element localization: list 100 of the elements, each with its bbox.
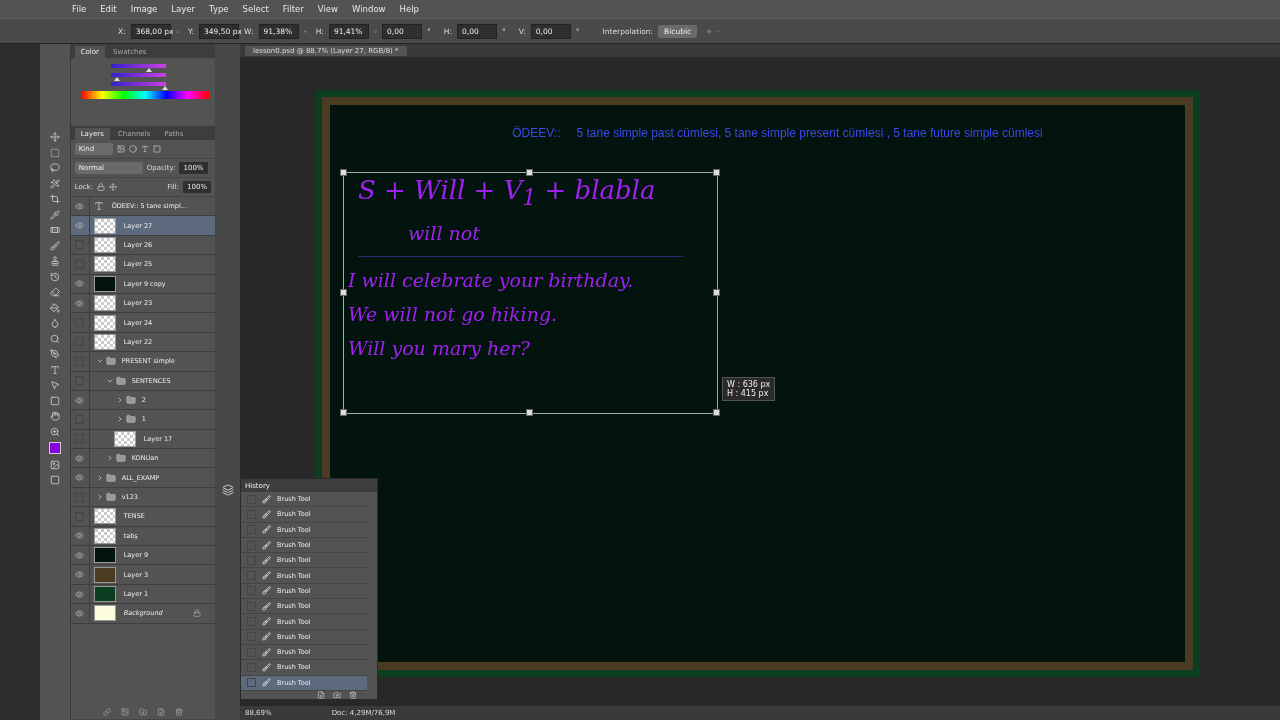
text-layer-icon	[93, 201, 104, 212]
brush-icon	[262, 647, 271, 657]
brush-icon	[262, 586, 271, 596]
shape-filter-icon[interactable]	[152, 145, 161, 153]
visibility-eye-icon[interactable]	[75, 570, 85, 580]
folder-icon	[115, 453, 126, 464]
layer-thumbnail	[93, 236, 116, 253]
menu-item[interactable]: Filter	[282, 4, 304, 14]
visibility-eye-icon[interactable]	[75, 550, 85, 560]
transform-handle[interactable]	[340, 289, 347, 296]
transform-handle[interactable]	[340, 169, 347, 176]
droplet-icon[interactable]	[49, 318, 60, 328]
menu-item[interactable]: View	[317, 4, 339, 14]
zoom-icon[interactable]	[49, 426, 60, 437]
adjustment-filter-icon[interactable]	[128, 145, 137, 153]
pen-icon[interactable]	[49, 349, 60, 359]
link-layers-icon[interactable]	[102, 708, 111, 716]
handwritten-text: Will you mary her?	[348, 337, 531, 360]
transform-handle[interactable]	[713, 409, 720, 416]
visibility-eye-icon[interactable]	[75, 298, 85, 308]
layer-thumbnail	[93, 527, 116, 544]
rectangle-icon[interactable]	[49, 395, 60, 406]
brush-icon	[262, 632, 271, 642]
visibility-eye-icon[interactable]	[75, 473, 85, 483]
brush-icon	[262, 617, 271, 626]
text-tool-icon[interactable]	[49, 364, 60, 375]
transform-handle[interactable]	[340, 409, 347, 416]
add-mask-icon[interactable]	[120, 708, 129, 716]
visibility-eye-icon[interactable]	[75, 589, 85, 599]
type-filter-icon[interactable]	[140, 145, 149, 153]
new-document-icon[interactable]	[317, 690, 325, 699]
foreground-color-swatch[interactable]	[48, 442, 61, 454]
lock-icon	[193, 609, 202, 618]
delete-icon[interactable]	[349, 690, 357, 699]
lasso-icon[interactable]	[49, 163, 60, 173]
brush-icon	[262, 555, 271, 565]
menu-item[interactable]: Window	[352, 4, 386, 14]
wand-icon[interactable]	[49, 178, 60, 189]
new-layer-icon[interactable]	[156, 708, 165, 716]
folder-icon	[105, 356, 116, 367]
menu-item[interactable]: Layer	[171, 4, 196, 14]
history-panel-icon[interactable]	[221, 484, 234, 496]
color-spectrum[interactable]	[80, 91, 210, 99]
folder-icon	[125, 395, 136, 406]
marquee-icon[interactable]	[49, 147, 60, 158]
eraser-icon[interactable]	[49, 287, 60, 297]
brush-icon	[262, 601, 271, 611]
paint-bucket-icon[interactable]	[49, 302, 60, 313]
brush-icon[interactable]	[49, 240, 60, 251]
layer-thumbnail	[93, 217, 116, 234]
hand-icon[interactable]	[49, 411, 60, 421]
camera-icon[interactable]	[333, 690, 341, 699]
folder-icon	[115, 375, 126, 386]
menu-item[interactable]: File	[72, 4, 87, 14]
heading-text: 5 tane simple past cümlesi, 5 tane simple present cümlesi , 5 tane future simple cümlesi	[576, 126, 1043, 140]
brush-icon	[262, 678, 271, 688]
folder-icon	[105, 492, 116, 503]
menu-item[interactable]: Help	[399, 4, 419, 14]
magnifier-icon[interactable]	[49, 333, 60, 344]
bandage-icon[interactable]	[49, 225, 60, 235]
visibility-eye-icon[interactable]	[75, 221, 85, 231]
crop-icon[interactable]	[49, 194, 60, 204]
visibility-eye-icon[interactable]	[75, 201, 85, 211]
menu-item[interactable]: Type	[209, 4, 229, 14]
brush-icon	[262, 662, 271, 672]
move-icon[interactable]	[49, 132, 60, 142]
mask-icon[interactable]	[49, 459, 60, 470]
visibility-eye-icon[interactable]	[75, 531, 85, 541]
layer-thumbnail	[93, 256, 116, 273]
stamp-icon[interactable]	[49, 256, 60, 266]
history-brush-icon[interactable]	[49, 271, 60, 282]
folder-icon	[125, 414, 136, 425]
visibility-eye-icon[interactable]	[75, 395, 85, 405]
image-filter-icon[interactable]	[116, 145, 125, 153]
handwritten-text: will not	[407, 222, 481, 245]
handwritten-text: S + Will + V$_{1}$ + blabla	[357, 175, 657, 211]
visibility-eye-icon[interactable]	[75, 279, 85, 289]
menu-item[interactable]: Edit	[100, 4, 117, 14]
transform-handle[interactable]	[526, 409, 534, 416]
lock-icon[interactable]	[97, 183, 106, 191]
move-lock-icon[interactable]	[109, 183, 118, 191]
menu-item[interactable]: Image	[130, 4, 158, 14]
visibility-eye-icon[interactable]	[75, 608, 85, 618]
layer-thumbnail	[113, 430, 136, 447]
screen-mode-icon[interactable]	[49, 475, 60, 485]
transform-box[interactable]: S + Will + V$_{1}$ + blabla will not I will celebrate your birthday. We will not go hiking. Will you mary her?	[343, 172, 718, 414]
delete-icon[interactable]	[174, 708, 183, 716]
size-readout: H : 415 px	[727, 389, 770, 398]
visibility-eye-icon[interactable]	[75, 453, 85, 463]
new-group-icon[interactable]	[138, 708, 147, 716]
pointer-icon[interactable]	[49, 380, 60, 390]
transform-handle[interactable]	[526, 169, 534, 176]
eyedropper-icon[interactable]	[49, 209, 60, 220]
layer-thumbnail	[93, 295, 116, 312]
transform-handle[interactable]	[713, 289, 720, 296]
transform-handle[interactable]	[713, 169, 720, 176]
menu-item[interactable]: Select	[242, 4, 269, 14]
brush-icon	[262, 571, 271, 581]
layer-thumbnail	[93, 314, 116, 331]
brush-icon	[262, 494, 271, 504]
